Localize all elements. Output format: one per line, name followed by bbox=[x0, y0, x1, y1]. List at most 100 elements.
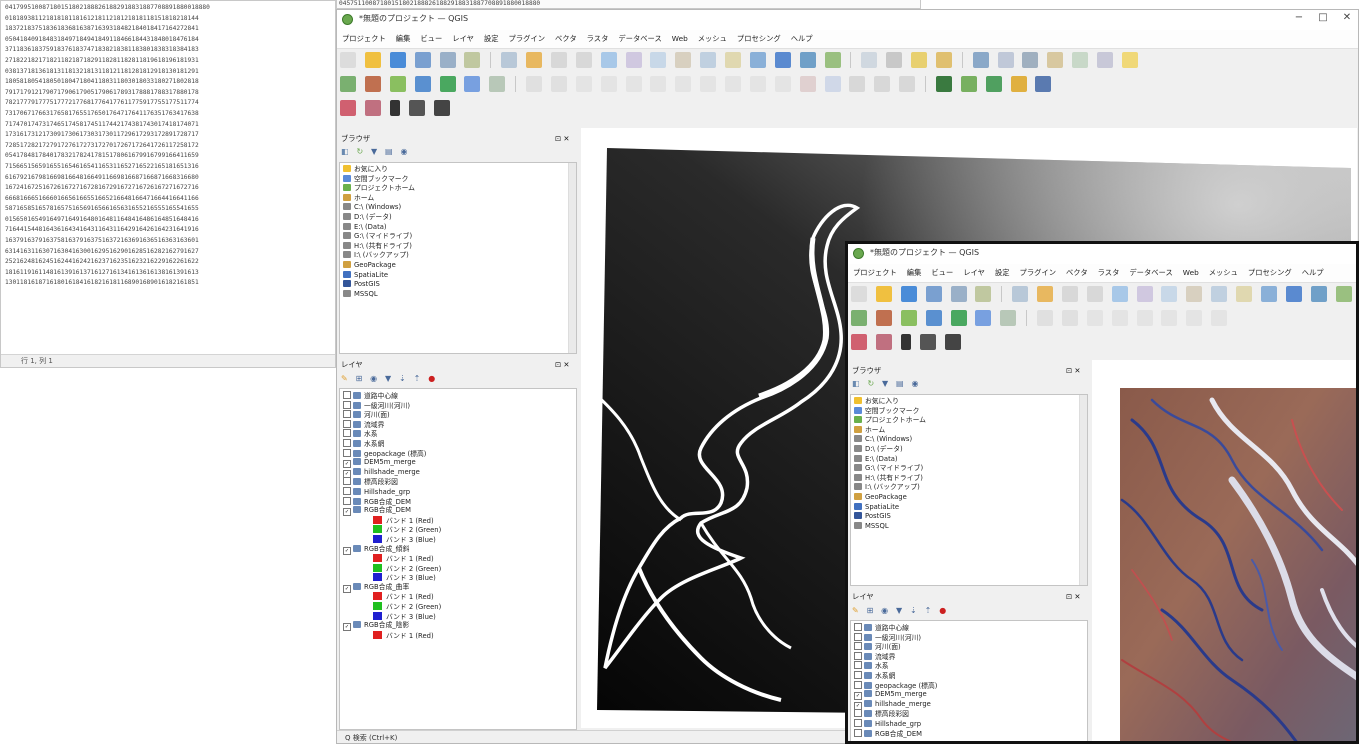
browser-item[interactable]: SpatiaLite bbox=[343, 270, 415, 281]
menu-item[interactable]: ベクタ bbox=[1061, 264, 1093, 278]
refresh-icon[interactable]: ↻ bbox=[867, 379, 874, 388]
show-bookmarks-icon[interactable] bbox=[1285, 286, 1302, 302]
layer-visibility-checkbox[interactable] bbox=[343, 419, 351, 428]
filter-icon[interactable]: ▼ bbox=[371, 147, 377, 156]
menu-item[interactable]: データベース bbox=[1124, 264, 1177, 278]
move-feature-icon[interactable] bbox=[1111, 310, 1128, 326]
raster-layer-item[interactable]: ✓ RGB合成_DEM bbox=[343, 506, 441, 517]
add-delimited-text-icon[interactable] bbox=[464, 76, 481, 92]
menu-item[interactable]: ビュー bbox=[926, 264, 958, 278]
add-vector-layer-icon[interactable] bbox=[900, 310, 917, 326]
layer-visibility-checkbox[interactable] bbox=[343, 391, 351, 399]
browser-item[interactable]: H:\ (共有ドライブ) bbox=[854, 473, 926, 484]
toggle-editing-icon[interactable] bbox=[1037, 310, 1053, 326]
collapse-icon[interactable]: ▤ bbox=[385, 147, 393, 156]
layer-item[interactable]: 流域界 bbox=[854, 651, 937, 662]
menu-item[interactable]: レイヤ bbox=[447, 30, 479, 44]
front-browser-scrollbar[interactable] bbox=[1079, 395, 1087, 585]
undo-icon[interactable] bbox=[725, 76, 741, 92]
raster-calculator-icon[interactable] bbox=[851, 334, 867, 350]
measure-icon[interactable] bbox=[1072, 52, 1089, 68]
layer-visibility-checkbox[interactable] bbox=[343, 448, 351, 457]
new-project-icon[interactable] bbox=[851, 286, 867, 302]
new-layer-icon[interactable] bbox=[875, 310, 892, 326]
browser-item[interactable]: D:\ (データ) bbox=[854, 444, 926, 455]
manage-map-themes-icon[interactable]: ◉ bbox=[370, 374, 377, 383]
save-project-icon[interactable] bbox=[900, 286, 917, 302]
browser-item[interactable]: G:\ (マイドライブ) bbox=[343, 232, 415, 242]
front-layers-panel-close[interactable]: ⊡ ✕ bbox=[1066, 592, 1081, 601]
toggle-editing-icon[interactable] bbox=[526, 76, 542, 92]
browser-item[interactable]: プロジェクトホーム bbox=[343, 184, 415, 194]
cut-features-icon[interactable] bbox=[650, 76, 667, 92]
open-layer-styling-icon[interactable]: ✎ bbox=[341, 374, 348, 383]
raster-calculator-icon[interactable] bbox=[340, 100, 356, 116]
browser-item[interactable]: I:\ (バックアップ) bbox=[854, 483, 926, 493]
menu-item[interactable]: ヘルプ bbox=[1297, 264, 1329, 278]
maximize-button[interactable]: □ bbox=[1313, 12, 1333, 23]
menu-item[interactable]: 設定 bbox=[479, 30, 504, 44]
layer-item[interactable]: RGB合成_DEM bbox=[854, 728, 937, 739]
open-project-icon[interactable] bbox=[364, 52, 381, 68]
layer-visibility-checkbox[interactable] bbox=[854, 728, 862, 737]
raster-layer-item[interactable]: ✓ RGB合成_傾斜 bbox=[343, 544, 441, 555]
new-layer-icon[interactable] bbox=[364, 76, 381, 92]
browser-item[interactable]: SpatiaLite bbox=[854, 502, 926, 513]
open-layer-styling-icon[interactable]: ✎ bbox=[852, 606, 859, 615]
layer-visibility-checkbox[interactable] bbox=[343, 496, 351, 505]
pan-to-selection-icon[interactable] bbox=[1037, 286, 1053, 302]
label-tool-icon[interactable] bbox=[774, 76, 791, 92]
collapse-icon[interactable]: ▤ bbox=[896, 379, 904, 388]
cut-features-icon[interactable] bbox=[1161, 310, 1178, 326]
collapse-all-icon[interactable]: ⇡ bbox=[925, 606, 932, 615]
swap-icon[interactable] bbox=[408, 100, 425, 116]
browser-item[interactable]: MSSQL bbox=[854, 521, 926, 532]
browser-scrollbar[interactable] bbox=[568, 163, 576, 353]
arrows-exchange-icon[interactable] bbox=[944, 334, 961, 350]
add-wms-layer-icon[interactable] bbox=[1000, 310, 1017, 326]
georeferencer-icon[interactable] bbox=[364, 100, 381, 116]
print-layout-icon[interactable] bbox=[439, 52, 456, 68]
raster-layer-item[interactable]: ✓ RGB合成_曲率 bbox=[343, 582, 441, 593]
zoom-full-icon[interactable] bbox=[1111, 286, 1128, 302]
label-show-hide-icon[interactable] bbox=[899, 76, 916, 92]
label-move-icon[interactable] bbox=[824, 76, 841, 92]
settings-gear-icon[interactable] bbox=[1022, 52, 1039, 68]
georeferencer-icon[interactable] bbox=[875, 334, 892, 350]
zoom-in-icon[interactable] bbox=[550, 52, 567, 68]
bookmark-icon[interactable] bbox=[749, 52, 766, 68]
menu-item[interactable]: プロセシング bbox=[1243, 264, 1297, 278]
deselect-icon[interactable] bbox=[935, 52, 952, 68]
search-icon[interactable] bbox=[972, 52, 989, 68]
statistics-sigma-icon[interactable] bbox=[1047, 52, 1064, 68]
menu-item[interactable]: ヘルプ bbox=[786, 30, 818, 44]
menu-item[interactable]: Web bbox=[1178, 264, 1204, 277]
menu-item[interactable]: プロジェクト bbox=[337, 30, 391, 44]
style-manager-icon[interactable] bbox=[464, 52, 481, 68]
add-wms-layer-icon[interactable] bbox=[489, 76, 506, 92]
browser-item[interactable]: I:\ (バックアップ) bbox=[343, 251, 415, 261]
layer-item[interactable]: geopackage (標高) bbox=[343, 448, 441, 459]
plugin-python-icon[interactable] bbox=[1010, 76, 1027, 92]
layer-item[interactable]: 流域界 bbox=[343, 419, 441, 430]
menu-item[interactable]: ラスタ bbox=[1093, 264, 1125, 278]
layer-item[interactable]: 一級河川(河川) bbox=[343, 400, 441, 411]
layer-item[interactable]: 標高段彩図 bbox=[343, 477, 441, 487]
zoom-next-icon[interactable] bbox=[700, 52, 717, 68]
menu-item[interactable]: メッシュ bbox=[693, 30, 732, 44]
front-map-canvas[interactable] bbox=[1092, 360, 1356, 741]
remove-layer-icon[interactable]: ● bbox=[428, 374, 435, 383]
pan-to-selection-icon[interactable] bbox=[526, 52, 542, 68]
zoom-selection-icon[interactable] bbox=[1161, 286, 1178, 302]
filter-legend-icon[interactable]: ▼ bbox=[385, 374, 391, 383]
layer-visibility-checkbox[interactable]: ✓ bbox=[343, 546, 351, 555]
zoom-selection-icon[interactable] bbox=[650, 52, 667, 68]
new-map-view-icon[interactable] bbox=[725, 52, 741, 68]
print-layout-icon[interactable] bbox=[950, 286, 967, 302]
filter-icon[interactable]: ▼ bbox=[882, 379, 888, 388]
layer-item[interactable]: 河川(面) bbox=[343, 410, 441, 420]
browser-item[interactable]: H:\ (共有ドライブ) bbox=[343, 241, 415, 252]
browser-panel-close[interactable]: ⊡ ✕ bbox=[555, 134, 570, 143]
menu-item[interactable]: 設定 bbox=[990, 264, 1015, 278]
layer-visibility-checkbox[interactable]: ✓ bbox=[854, 692, 862, 701]
